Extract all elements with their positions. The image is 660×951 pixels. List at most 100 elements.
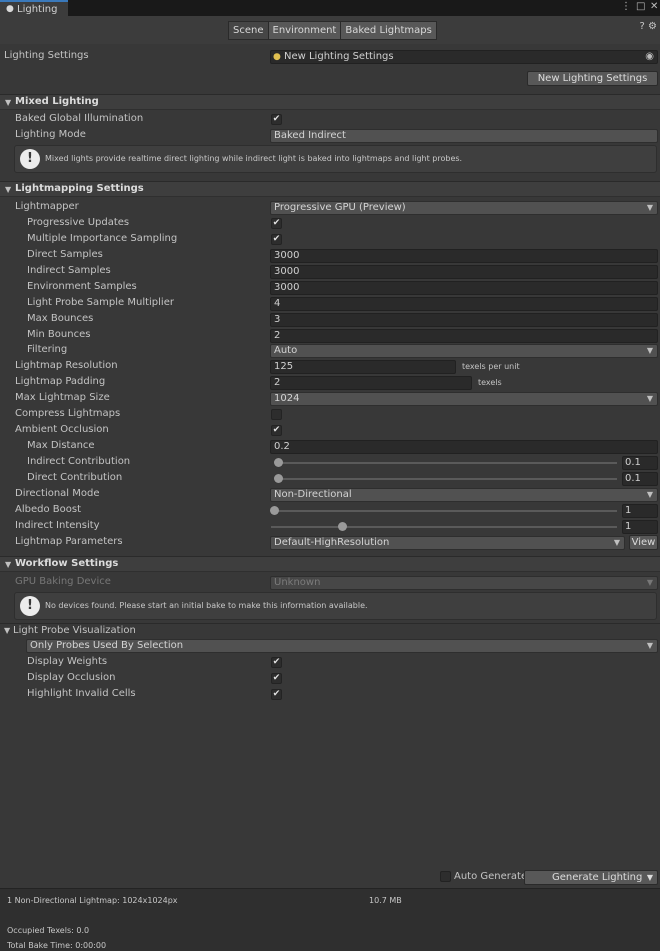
lighting-mode-dropdown[interactable]: Baked Indirect xyxy=(270,129,658,143)
indirect-samples-field[interactable]: 3000 xyxy=(270,265,658,279)
filtering-label: Filtering xyxy=(27,344,68,355)
foldout-icon: ▼ xyxy=(5,185,12,194)
window-tab-bar: ● Lighting ⋮ □ ✕ xyxy=(0,0,660,16)
slider-track[interactable] xyxy=(275,462,617,464)
view-button[interactable]: View xyxy=(629,535,658,550)
ambient-occlusion-row: Ambient Occlusion ✔ xyxy=(0,423,660,439)
display-weights-checkbox[interactable]: ✔ xyxy=(271,657,282,668)
lighting-settings-row: Lighting Settings ● New Lighting Setting… xyxy=(0,49,660,65)
compress-lightmaps-checkbox[interactable] xyxy=(271,409,282,420)
ambient-occlusion-checkbox[interactable]: ✔ xyxy=(271,425,282,436)
baked-gi-row: Baked Global Illumination ✔ xyxy=(0,112,660,128)
max-distance-field[interactable]: 0.2 xyxy=(270,440,658,454)
probe-mode-dropdown[interactable]: Only Probes Used By Selection ▼ xyxy=(26,639,658,653)
direct-samples-label: Direct Samples xyxy=(27,249,103,260)
direct-contribution-field[interactable]: 0.1 xyxy=(622,472,658,486)
generate-lighting-button[interactable]: Generate Lighting ▼ xyxy=(524,870,658,885)
lightmap-padding-field[interactable]: 2 xyxy=(270,376,472,390)
albedo-boost-row: Albedo Boost 1 xyxy=(0,503,660,519)
gpu-device-label: GPU Baking Device xyxy=(15,576,111,587)
lightmapper-row: Lightmapper Progressive GPU (Preview) ▼ xyxy=(0,200,660,216)
slider-track[interactable] xyxy=(271,526,617,528)
tab-environment[interactable]: Environment xyxy=(267,21,342,40)
directional-mode-dropdown[interactable]: Non-Directional ▼ xyxy=(270,488,658,502)
direct-contribution-label: Direct Contribution xyxy=(27,472,123,483)
indirect-contribution-field[interactable]: 0.1 xyxy=(622,456,658,470)
indirect-samples-row: Indirect Samples 3000 xyxy=(0,264,660,280)
baked-gi-checkbox[interactable]: ✔ xyxy=(271,114,282,125)
min-bounces-field[interactable]: 2 xyxy=(270,329,658,343)
probe-multiplier-row: Light Probe Sample Multiplier 4 xyxy=(0,296,660,312)
filtering-value: Auto xyxy=(274,345,298,356)
mis-checkbox[interactable]: ✔ xyxy=(271,234,282,245)
gpu-device-row: GPU Baking Device Unknown ▼ xyxy=(0,575,660,591)
chevron-down-icon: ▼ xyxy=(646,203,653,212)
probe-multiplier-label: Light Probe Sample Multiplier xyxy=(27,297,174,308)
slider-handle[interactable] xyxy=(338,522,347,531)
generate-lighting-label: Generate Lighting xyxy=(552,872,643,883)
max-lightmap-size-row: Max Lightmap Size 1024 ▼ xyxy=(0,391,660,407)
slider-handle[interactable] xyxy=(270,506,279,515)
probe-multiplier-field[interactable]: 4 xyxy=(270,297,658,311)
probe-visualization-header[interactable]: ▼ Light Probe Visualization xyxy=(0,623,660,639)
slider-handle[interactable] xyxy=(274,458,283,467)
display-weights-row: Display Weights ✔ xyxy=(0,655,660,671)
mixed-lighting-header[interactable]: ▼ Mixed Lighting xyxy=(0,94,660,110)
lighting-mode-row: Lighting Mode Baked Indirect xyxy=(0,128,660,144)
lightmapping-settings-header[interactable]: ▼ Lightmapping Settings xyxy=(0,181,660,197)
highlight-invalid-checkbox[interactable]: ✔ xyxy=(271,689,282,700)
chevron-down-icon: ▼ xyxy=(646,641,653,650)
lightmap-parameters-dropdown[interactable]: Default-HighResolution ▼ xyxy=(270,536,625,550)
slider-track[interactable] xyxy=(271,510,617,512)
lighting-settings-field[interactable]: ● New Lighting Settings ◉ xyxy=(270,50,658,64)
environment-samples-field[interactable]: 3000 xyxy=(270,281,658,295)
probe-visualization-title: Light Probe Visualization xyxy=(13,625,136,636)
max-lightmap-size-dropdown[interactable]: 1024 ▼ xyxy=(270,392,658,406)
occupied-texels: Occupied Texels: 0.0 xyxy=(7,926,90,935)
mis-row: Multiple Importance Sampling ✔ xyxy=(0,232,660,248)
window-tab-title: Lighting xyxy=(17,3,58,15)
albedo-boost-field[interactable]: 1 xyxy=(622,504,658,518)
chevron-down-icon: ▼ xyxy=(646,490,653,499)
ambient-occlusion-label: Ambient Occlusion xyxy=(15,424,109,435)
warning-icon: ! xyxy=(20,149,40,169)
settings-icon[interactable]: ⚙ xyxy=(648,21,657,32)
maximize-icon[interactable]: □ xyxy=(636,1,645,12)
help-icon[interactable]: ? xyxy=(640,21,645,32)
gpu-device-dropdown: Unknown ▼ xyxy=(270,576,658,590)
indirect-intensity-row: Indirect Intensity 1 xyxy=(0,519,660,535)
gpu-device-value: Unknown xyxy=(274,577,321,588)
lightmap-parameters-row: Lightmap Parameters Default-HighResoluti… xyxy=(0,535,660,551)
filtering-dropdown[interactable]: Auto ▼ xyxy=(270,344,658,358)
tab-scene[interactable]: Scene xyxy=(228,21,269,40)
auto-generate-checkbox[interactable] xyxy=(440,871,451,882)
workflow-settings-header[interactable]: ▼ Workflow Settings xyxy=(0,556,660,572)
slider-track[interactable] xyxy=(275,478,617,480)
display-occlusion-label: Display Occlusion xyxy=(27,672,116,683)
close-icon[interactable]: ✕ xyxy=(650,1,658,12)
auto-generate-label: Auto Generate xyxy=(454,871,528,882)
progressive-updates-checkbox[interactable]: ✔ xyxy=(271,218,282,229)
max-bounces-field[interactable]: 3 xyxy=(270,313,658,327)
new-lighting-settings-button[interactable]: New Lighting Settings xyxy=(527,71,658,86)
compress-lightmaps-label: Compress Lightmaps xyxy=(15,408,121,419)
display-occlusion-checkbox[interactable]: ✔ xyxy=(271,673,282,684)
probe-mode-row: Only Probes Used By Selection ▼ xyxy=(0,638,660,654)
slider-handle[interactable] xyxy=(274,474,283,483)
environment-samples-label: Environment Samples xyxy=(27,281,137,292)
lightmapper-dropdown[interactable]: Progressive GPU (Preview) ▼ xyxy=(270,201,658,215)
object-picker-icon[interactable]: ◉ xyxy=(645,51,654,63)
lightmap-size: 10.7 MB xyxy=(369,896,402,905)
section-title: Lightmapping Settings xyxy=(15,183,144,194)
lightmap-parameters-label: Lightmap Parameters xyxy=(15,536,123,547)
indirect-intensity-field[interactable]: 1 xyxy=(622,520,658,534)
direct-samples-field[interactable]: 3000 xyxy=(270,249,658,263)
chevron-down-icon[interactable]: ▼ xyxy=(647,871,653,884)
indirect-intensity-label: Indirect Intensity xyxy=(15,520,100,531)
window-tab-lighting[interactable]: ● Lighting xyxy=(0,0,68,16)
tab-baked-lightmaps[interactable]: Baked Lightmaps xyxy=(340,21,437,40)
more-options-icon[interactable]: ⋮ xyxy=(621,1,631,12)
warning-icon: ! xyxy=(20,596,40,616)
mixed-lighting-help: ! Mixed lights provide realtime direct l… xyxy=(14,145,657,173)
lightmap-resolution-field[interactable]: 125 xyxy=(270,360,456,374)
